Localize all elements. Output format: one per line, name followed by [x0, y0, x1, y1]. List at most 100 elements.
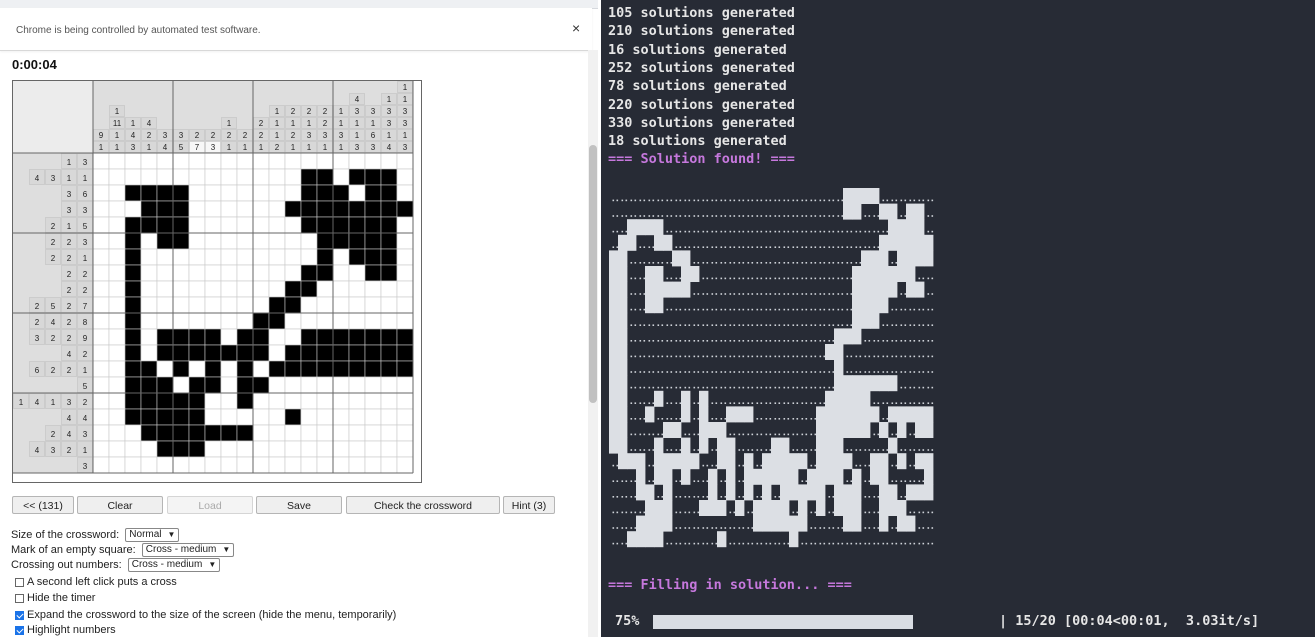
empty-cell[interactable]	[332, 264, 350, 282]
filled-cell[interactable]	[252, 312, 270, 330]
empty-cell[interactable]	[364, 296, 382, 314]
empty-cell[interactable]	[380, 440, 398, 458]
empty-cell[interactable]	[300, 312, 318, 330]
filled-cell[interactable]	[140, 184, 158, 202]
empty-cell[interactable]	[140, 328, 158, 346]
empty-cell[interactable]	[188, 216, 206, 234]
filled-cell[interactable]	[380, 200, 398, 218]
empty-cell[interactable]	[236, 200, 254, 218]
empty-cell[interactable]	[332, 392, 350, 410]
empty-cell[interactable]	[316, 376, 334, 394]
empty-cell[interactable]	[300, 248, 318, 266]
empty-cell[interactable]	[348, 280, 366, 298]
empty-cell[interactable]	[156, 312, 174, 330]
filled-cell[interactable]	[172, 216, 190, 234]
empty-cell[interactable]	[220, 392, 238, 410]
filled-cell[interactable]	[124, 360, 142, 378]
empty-cell[interactable]	[332, 248, 350, 266]
filled-cell[interactable]	[140, 376, 158, 394]
filled-cell[interactable]	[236, 392, 254, 410]
empty-cell[interactable]	[92, 232, 110, 250]
empty-cell[interactable]	[188, 280, 206, 298]
empty-cell[interactable]	[124, 200, 142, 218]
empty-cell[interactable]	[204, 168, 222, 186]
close-icon[interactable]: ×	[572, 20, 580, 36]
filled-cell[interactable]	[140, 360, 158, 378]
filled-cell[interactable]	[236, 344, 254, 362]
empty-cell[interactable]	[92, 392, 110, 410]
empty-cell[interactable]	[204, 152, 222, 170]
filled-cell[interactable]	[236, 360, 254, 378]
filled-cell[interactable]	[364, 360, 382, 378]
empty-cell[interactable]	[204, 232, 222, 250]
filled-cell[interactable]	[156, 392, 174, 410]
highlight-checkbox[interactable]	[15, 625, 24, 635]
filled-cell[interactable]	[348, 248, 366, 266]
empty-cell[interactable]	[316, 440, 334, 458]
empty-cell[interactable]	[172, 280, 190, 298]
empty-cell[interactable]	[172, 168, 190, 186]
empty-cell[interactable]	[252, 440, 270, 458]
filled-cell[interactable]	[332, 360, 350, 378]
empty-cell[interactable]	[156, 264, 174, 282]
filled-cell[interactable]	[156, 200, 174, 218]
empty-cell[interactable]	[220, 312, 238, 330]
empty-cell[interactable]	[252, 168, 270, 186]
empty-cell[interactable]	[156, 280, 174, 298]
empty-cell[interactable]	[396, 152, 414, 170]
empty-cell[interactable]	[332, 376, 350, 394]
empty-cell[interactable]	[396, 312, 414, 330]
filled-cell[interactable]	[124, 328, 142, 346]
empty-cell[interactable]	[348, 424, 366, 442]
empty-cell[interactable]	[92, 376, 110, 394]
filled-cell[interactable]	[380, 216, 398, 234]
empty-cell[interactable]	[92, 296, 110, 314]
empty-cell[interactable]	[204, 280, 222, 298]
empty-cell[interactable]	[188, 184, 206, 202]
filled-cell[interactable]	[140, 200, 158, 218]
filled-cell[interactable]	[140, 408, 158, 426]
filled-cell[interactable]	[172, 200, 190, 218]
option-highlight[interactable]: Highlight numbers	[15, 623, 116, 637]
filled-cell[interactable]	[348, 200, 366, 218]
filled-cell[interactable]	[204, 360, 222, 378]
empty-cell[interactable]	[92, 184, 110, 202]
empty-cell[interactable]	[396, 392, 414, 410]
empty-cell[interactable]	[92, 328, 110, 346]
empty-cell[interactable]	[108, 312, 126, 330]
empty-cell[interactable]	[92, 248, 110, 266]
filled-cell[interactable]	[188, 328, 206, 346]
empty-cell[interactable]	[396, 424, 414, 442]
empty-cell[interactable]	[140, 312, 158, 330]
empty-cell[interactable]	[332, 312, 350, 330]
empty-cell[interactable]	[364, 440, 382, 458]
empty-cell[interactable]	[140, 264, 158, 282]
empty-cell[interactable]	[220, 456, 238, 474]
empty-cell[interactable]	[108, 344, 126, 362]
empty-cell[interactable]	[268, 152, 286, 170]
empty-cell[interactable]	[364, 152, 382, 170]
empty-cell[interactable]	[92, 264, 110, 282]
filled-cell[interactable]	[236, 328, 254, 346]
empty-cell[interactable]	[204, 200, 222, 218]
filled-cell[interactable]	[332, 328, 350, 346]
filled-cell[interactable]	[124, 264, 142, 282]
empty-cell[interactable]	[236, 456, 254, 474]
filled-cell[interactable]	[188, 424, 206, 442]
filled-cell[interactable]	[316, 168, 334, 186]
filled-cell[interactable]	[300, 184, 318, 202]
filled-cell[interactable]	[156, 232, 174, 250]
empty-cell[interactable]	[92, 168, 110, 186]
filled-cell[interactable]	[236, 424, 254, 442]
filled-cell[interactable]	[156, 344, 174, 362]
empty-cell[interactable]	[252, 200, 270, 218]
filled-cell[interactable]	[348, 344, 366, 362]
empty-cell[interactable]	[140, 232, 158, 250]
filled-cell[interactable]	[284, 360, 302, 378]
empty-cell[interactable]	[220, 440, 238, 458]
filled-cell[interactable]	[284, 200, 302, 218]
empty-cell[interactable]	[108, 216, 126, 234]
filled-cell[interactable]	[172, 232, 190, 250]
empty-cell[interactable]	[252, 424, 270, 442]
option-hide-timer[interactable]: Hide the timer	[15, 591, 95, 606]
